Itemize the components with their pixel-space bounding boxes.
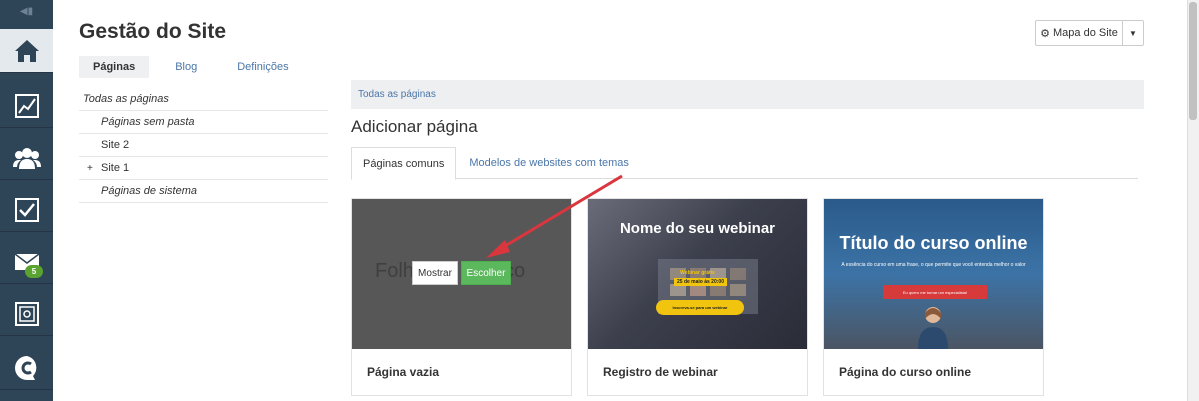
section-title: Adicionar página — [351, 117, 478, 136]
breadcrumb: Todas as páginas — [351, 80, 1144, 109]
tree-item-site-2[interactable]: Site 2 — [79, 134, 328, 157]
folder-tree: Todas as páginas Páginas sem pasta Site … — [79, 88, 328, 203]
show-button[interactable]: Mostrar — [412, 261, 458, 285]
template-preview-blank: Folha em branco Mostrar Escolher — [352, 199, 571, 349]
choose-button[interactable]: Escolher — [461, 261, 511, 285]
template-preview-course: Título do curso online A essência do cur… — [824, 199, 1043, 349]
card-label: Página do curso online — [839, 365, 972, 379]
tree-item-site-1[interactable]: + Site 1 — [79, 157, 328, 180]
sidebar-item-stats[interactable] — [0, 84, 53, 128]
safe-icon — [14, 301, 39, 326]
sitemap-button[interactable]: ⚙ Mapa do Site ▼ — [1035, 20, 1144, 46]
tab-pages[interactable]: Páginas — [79, 56, 150, 78]
preview-button: Eu quero me tornar um especialista! — [883, 285, 987, 299]
tree-item-system-pages[interactable]: Páginas de sistema — [79, 180, 328, 203]
chat-logo-icon — [14, 355, 36, 380]
preview-subtitle: Webinar grátis — [680, 270, 715, 276]
mail-badge: 5 — [25, 265, 43, 278]
breadcrumb-link[interactable]: Todas as páginas — [358, 89, 436, 100]
card-label: Página vazia — [367, 365, 440, 379]
tab-themed-templates[interactable]: Modelos de websites com temas — [456, 147, 640, 179]
tree-item-all-pages[interactable]: Todas as páginas — [79, 88, 328, 111]
sidebar-item-tasks[interactable] — [0, 188, 53, 232]
sidebar-item-storage[interactable] — [0, 292, 53, 336]
preview-button: Inscreva-se para um webinar — [656, 300, 744, 315]
preview-title: Nome do seu webinar — [619, 220, 776, 237]
template-card-blank[interactable]: Folha em branco Mostrar Escolher Página … — [351, 198, 572, 396]
scrollbar-thumb[interactable] — [1189, 2, 1197, 120]
template-preview-webinar: Nome do seu webinar Webinar grátis 25 de… — [588, 199, 807, 349]
preview-subtitle: A essência do curso em uma frase, o que … — [841, 262, 1026, 268]
sidebar-item-home[interactable] — [0, 29, 53, 73]
sidebar-item-contacts[interactable] — [0, 136, 53, 180]
template-card-course[interactable]: Título do curso online A essência do cur… — [823, 198, 1044, 396]
preview-title: Título do curso online — [839, 233, 1028, 253]
collapse-icon[interactable]: ◀▮ — [0, 0, 53, 22]
page-title: Gestão do Site — [79, 20, 227, 43]
template-tabs: Páginas comuns Modelos de websites com t… — [351, 147, 1138, 180]
sitemap-label: Mapa do Site — [1053, 27, 1118, 39]
chart-icon — [14, 93, 39, 118]
tree-item-no-folder[interactable]: Páginas sem pasta — [79, 111, 328, 134]
top-tabs: Páginas Blog Definições — [79, 56, 303, 78]
tab-blog[interactable]: Blog — [149, 56, 211, 78]
preview-date: 25 de maio às 20:00 — [674, 278, 727, 286]
home-icon — [14, 39, 39, 62]
checkbox-icon — [14, 197, 39, 222]
sidebar: ◀▮ 5 — [0, 0, 53, 401]
tab-common-pages[interactable]: Páginas comuns — [351, 147, 457, 180]
person-image — [918, 307, 948, 349]
scrollbar[interactable] — [1187, 0, 1199, 401]
users-icon — [12, 147, 41, 169]
expand-icon[interactable]: + — [87, 163, 93, 174]
gear-icon: ⚙ — [1040, 27, 1051, 40]
template-card-webinar[interactable]: Nome do seu webinar Webinar grátis 25 de… — [587, 198, 808, 396]
sitemap-main-button[interactable]: ⚙ Mapa do Site — [1036, 21, 1123, 45]
tab-settings[interactable]: Definições — [211, 56, 302, 78]
sidebar-item-mail[interactable]: 5 — [0, 240, 53, 284]
sidebar-item-chat[interactable] — [0, 346, 53, 390]
chevron-down-icon[interactable]: ▼ — [1123, 21, 1143, 45]
card-label: Registro de webinar — [603, 365, 718, 379]
